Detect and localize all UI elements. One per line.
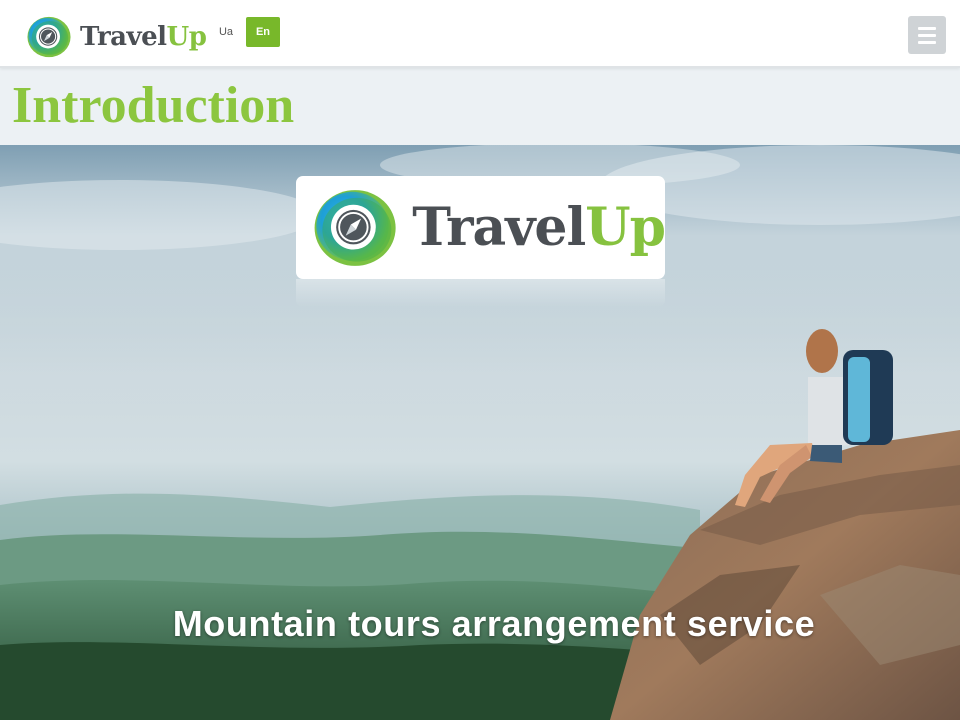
hero-logo-card: TravelUp: [296, 176, 666, 279]
compass-logo-icon: [26, 15, 72, 59]
hero-logo-reflection: [296, 279, 665, 307]
hamburger-menu-button[interactable]: [908, 16, 946, 54]
hero-logo-travel: Travel: [412, 196, 586, 258]
hero-banner: TravelUp Mountain tours arrangement serv…: [0, 145, 960, 720]
page-title: Introduction: [12, 77, 295, 134]
hamburger-menu-icon-bar: [918, 41, 936, 44]
language-en-button[interactable]: En: [246, 17, 280, 47]
top-navigation-bar: TravelUp Ua En: [0, 0, 960, 68]
brand-logo-link[interactable]: TravelUp: [26, 15, 207, 59]
brand-name-travel: Travel: [80, 22, 167, 52]
hero-logo-brand: TravelUp: [412, 201, 666, 254]
hamburger-menu-icon-bar: [918, 34, 936, 37]
brand-name-up: Up: [166, 22, 207, 52]
brand-name: TravelUp: [80, 22, 207, 52]
hamburger-menu-icon: [918, 27, 936, 30]
page-title-band: Introduction: [0, 68, 960, 145]
hero-tagline: Mountain tours arrangement service: [172, 603, 816, 644]
hero-logo-up: Up: [585, 196, 666, 258]
compass-icon: [312, 184, 398, 272]
language-ua-button[interactable]: Ua: [214, 17, 238, 47]
